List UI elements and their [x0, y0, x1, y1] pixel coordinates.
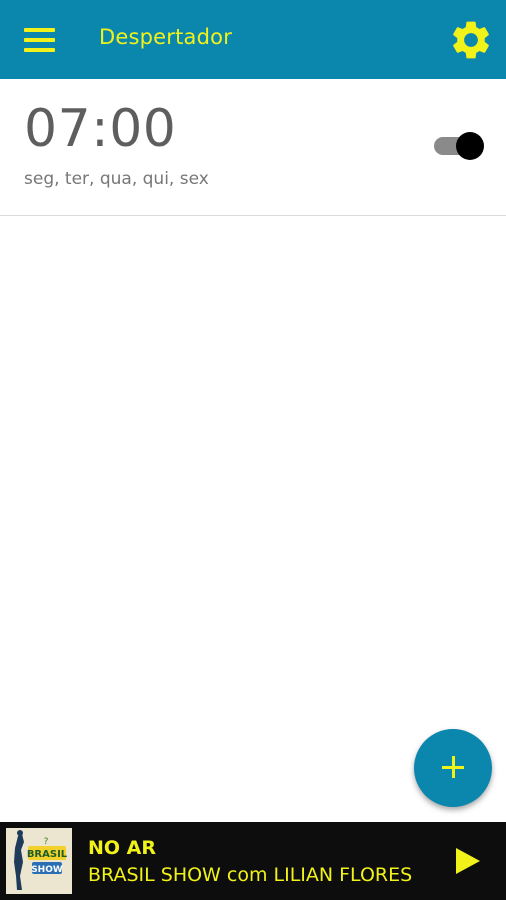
toggle-thumb	[456, 132, 484, 160]
alarm-enabled-toggle[interactable]	[433, 130, 487, 162]
page-title: Despertador	[99, 25, 233, 49]
alarm-days: seg, ter, qua, qui, sex	[24, 169, 209, 189]
svg-text:BRASIL: BRASIL	[27, 849, 68, 860]
now-playing-bar[interactable]: BRASIL SHOW ? NO AR BRASIL SHOW com LILI…	[0, 822, 506, 900]
alarm-time: 07:00	[24, 99, 177, 159]
now-playing-status: NO AR	[88, 837, 157, 859]
hamburger-menu-icon[interactable]	[22, 26, 58, 54]
add-alarm-button[interactable]	[414, 729, 492, 807]
now-playing-program: BRASIL SHOW com LILIAN FLORES	[88, 864, 413, 886]
gear-icon[interactable]	[448, 17, 494, 63]
station-logo: BRASIL SHOW ?	[6, 828, 72, 894]
play-icon[interactable]	[450, 844, 484, 878]
alarm-app: Despertador 07:00 seg, ter, qua, qui, se…	[0, 0, 506, 900]
svg-text:?: ?	[44, 837, 49, 847]
alarm-list-item[interactable]: 07:00 seg, ter, qua, qui, sex	[0, 79, 506, 216]
app-bar: Despertador	[0, 0, 506, 79]
svg-text:SHOW: SHOW	[31, 865, 63, 875]
